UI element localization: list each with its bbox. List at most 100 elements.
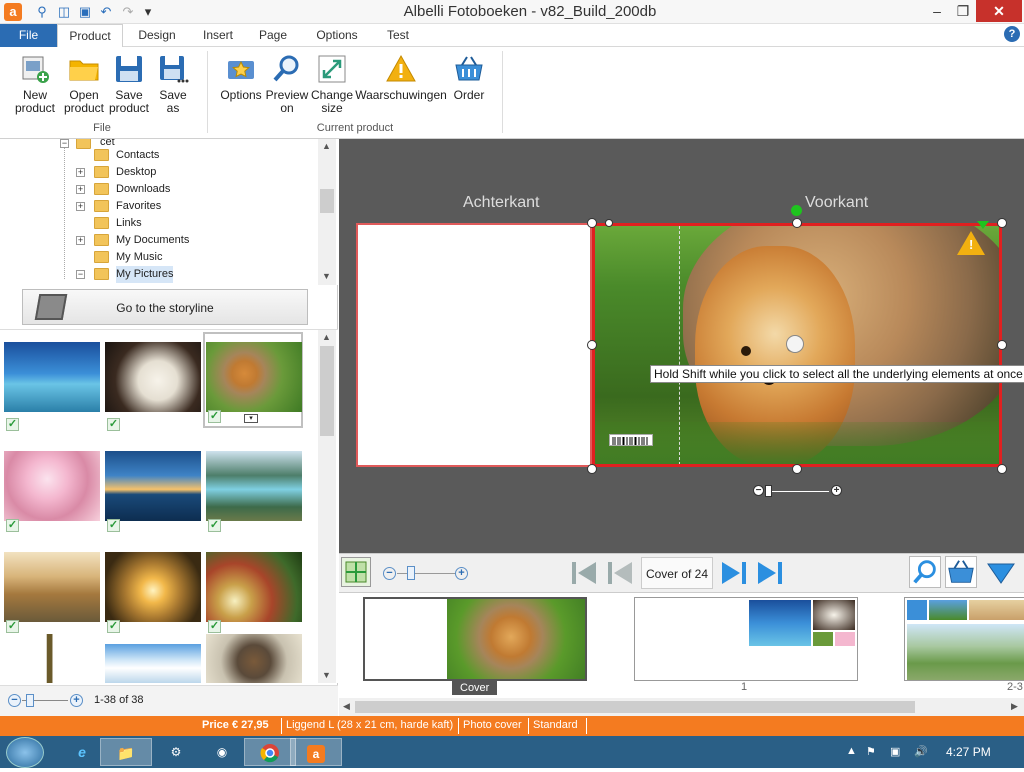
resize-handle[interactable] — [792, 218, 802, 228]
tray-expand-icon[interactable]: ▲ — [846, 745, 857, 757]
open-product-button[interactable]: Open product — [62, 53, 106, 115]
scroll-down-icon[interactable]: ▼ — [322, 271, 331, 281]
dropdown-icon[interactable]: ▾ — [140, 4, 156, 20]
layout-button[interactable] — [341, 557, 371, 587]
expand-icon[interactable]: + — [76, 168, 85, 177]
photo-birds[interactable] — [206, 634, 302, 683]
tab-test[interactable]: Test — [378, 24, 418, 47]
film-page-1[interactable] — [634, 597, 858, 681]
expand-icon[interactable]: + — [76, 236, 85, 245]
zoom-out-icon[interactable]: − — [8, 694, 21, 707]
tab-product[interactable]: Product — [57, 24, 123, 48]
zoom-slider-handle[interactable] — [26, 694, 34, 707]
photo-autumn-tree[interactable] — [206, 552, 302, 622]
zoom-out-icon[interactable]: − — [383, 567, 396, 580]
clock[interactable]: 4:27 PM — [946, 745, 991, 759]
tab-design[interactable]: Design — [130, 24, 184, 47]
save-icon[interactable]: ▣ — [77, 4, 93, 20]
photo-snow-mountain[interactable] — [105, 644, 201, 683]
tab-options[interactable]: Options — [304, 24, 370, 47]
photo-dolphins[interactable] — [4, 342, 100, 412]
scroll-up-icon[interactable]: ▲ — [322, 141, 331, 151]
redo-icon[interactable]: ↷ — [120, 4, 136, 20]
waarschuwingen-button[interactable]: Waarschuwingen — [355, 53, 447, 102]
tree-scrollbar[interactable]: ▲ ▼ — [318, 139, 336, 285]
photo-pole[interactable] — [4, 634, 100, 683]
collapse-triangle-icon[interactable] — [985, 556, 1017, 588]
scroll-right-icon[interactable]: ▶ — [1011, 701, 1018, 712]
resize-handle[interactable] — [792, 464, 802, 474]
resize-handle[interactable] — [997, 218, 1007, 228]
photo-fox[interactable] — [206, 342, 302, 412]
save-as-button[interactable]: Save as — [153, 53, 193, 115]
options-button[interactable]: Options — [218, 53, 264, 102]
help-icon[interactable]: ? — [1004, 26, 1020, 42]
zoom-in-icon[interactable]: + — [455, 567, 468, 580]
scroll-thumb[interactable] — [320, 346, 334, 436]
filmstrip-scrollbar[interactable]: ◀ ▶ — [339, 698, 1024, 716]
zoom-in-icon[interactable]: + — [831, 485, 842, 496]
resize-handle[interactable] — [997, 464, 1007, 474]
first-page-icon[interactable] — [569, 558, 599, 588]
film-page-cover[interactable] — [363, 597, 587, 681]
last-page-icon[interactable] — [755, 558, 785, 588]
photo-blossoms[interactable] — [4, 451, 100, 521]
undo-icon[interactable]: ↶ — [98, 4, 114, 20]
scroll-left-icon[interactable]: ◀ — [343, 701, 350, 712]
search-icon[interactable]: ⚲ — [34, 4, 50, 20]
photo-city-river[interactable] — [4, 552, 100, 622]
expand-icon[interactable]: + — [76, 202, 85, 211]
control-panel-icon[interactable]: ⚙ — [150, 738, 202, 766]
tab-page[interactable]: Page — [252, 24, 294, 47]
photo-sunset-tunnel[interactable] — [105, 552, 201, 622]
go-to-storyline-button[interactable]: Go to the storyline — [22, 289, 308, 325]
zoom-in-icon[interactable]: + — [70, 694, 83, 707]
chrome-icon[interactable] — [244, 738, 296, 766]
resize-handle[interactable] — [587, 218, 597, 228]
resize-handle[interactable] — [587, 464, 597, 474]
albelli-logo-icon[interactable]: a — [4, 3, 22, 21]
next-page-icon[interactable] — [719, 558, 749, 588]
search-icon[interactable] — [909, 556, 941, 588]
resize-handle[interactable] — [587, 340, 597, 350]
expand-icon[interactable]: + — [76, 185, 85, 194]
new-product-button[interactable]: New product — [12, 53, 58, 115]
spine-handle[interactable] — [605, 219, 613, 227]
zoom-out-icon[interactable]: − — [753, 485, 764, 496]
network-app-icon[interactable]: ◉ — [196, 738, 248, 766]
flag-icon[interactable]: ⚑ — [866, 745, 876, 758]
collapse-icon[interactable]: − — [76, 270, 85, 279]
file-explorer-icon[interactable]: 📁 — [100, 738, 152, 766]
maximize-button[interactable]: ❐ — [948, 0, 978, 22]
photo-sunset-sea[interactable] — [105, 451, 201, 521]
close-button[interactable]: ✕ — [976, 0, 1022, 22]
albelli-taskbar-icon[interactable]: a — [290, 738, 342, 766]
start-button[interactable] — [6, 737, 44, 768]
resize-handle[interactable] — [997, 340, 1007, 350]
tab-file[interactable]: File — [0, 24, 57, 47]
collapse-icon[interactable]: − — [60, 139, 69, 148]
scroll-thumb[interactable] — [320, 189, 334, 213]
tab-insert[interactable]: Insert — [192, 24, 244, 47]
dropdown-icon[interactable]: ▾ — [244, 414, 258, 423]
scroll-thumb[interactable] — [355, 701, 915, 713]
preview-on-button[interactable]: Preview on — [264, 53, 310, 115]
previous-page-icon[interactable] — [605, 558, 635, 588]
open-icon[interactable]: ◫ — [56, 4, 72, 20]
change-size-button[interactable]: Change size — [310, 53, 354, 115]
back-cover-page[interactable] — [356, 223, 592, 467]
order-button[interactable]: Order — [448, 53, 490, 102]
network-icon[interactable]: ▣ — [890, 745, 900, 758]
zoom-slider-handle[interactable] — [765, 485, 772, 497]
photo-river[interactable] — [206, 451, 302, 521]
scroll-up-icon[interactable]: ▲ — [322, 332, 331, 342]
save-product-button[interactable]: Save product — [107, 53, 151, 115]
rotate-handle[interactable] — [791, 205, 802, 216]
basket-icon[interactable] — [945, 556, 977, 588]
photo-white-lion[interactable] — [105, 342, 201, 412]
volume-icon[interactable]: 🔊 — [914, 745, 928, 758]
scroll-down-icon[interactable]: ▼ — [322, 670, 331, 680]
film-page-2-3[interactable] — [904, 597, 1024, 681]
zoom-slider-handle[interactable] — [407, 566, 415, 580]
thumbnails-scrollbar[interactable]: ▲ ▼ — [318, 330, 336, 683]
